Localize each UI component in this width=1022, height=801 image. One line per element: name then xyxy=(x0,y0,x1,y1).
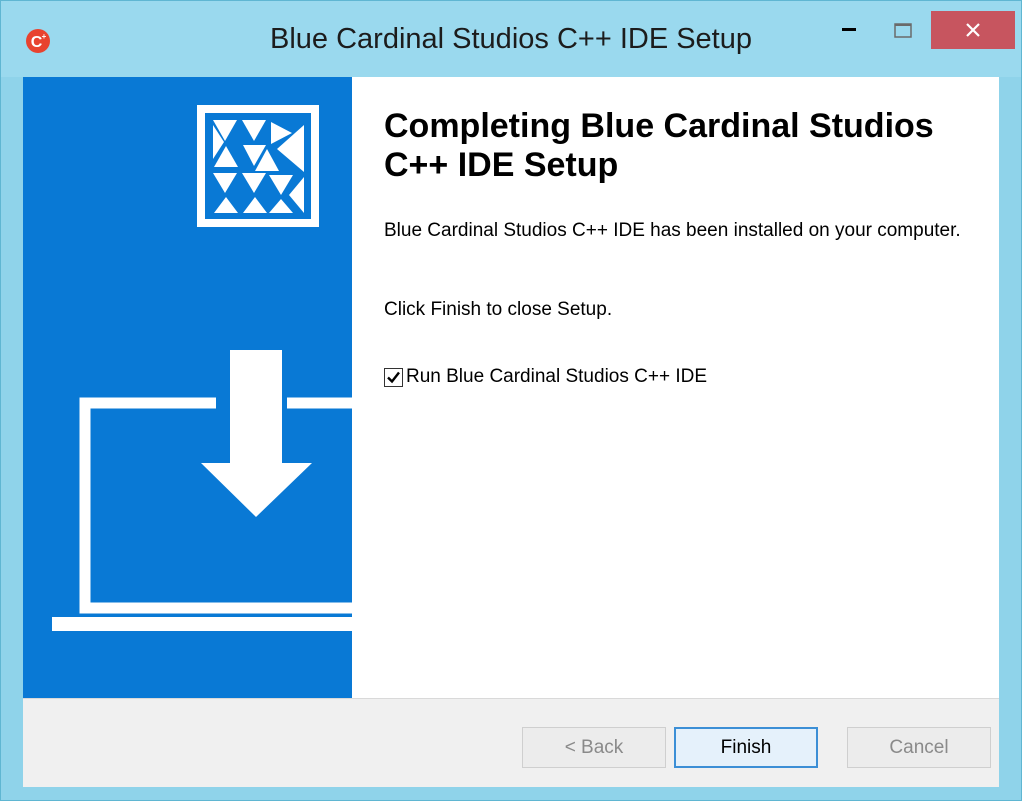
finish-instruction-text: Click Finish to close Setup. xyxy=(384,299,613,320)
svg-text:+: + xyxy=(42,32,47,41)
blue-cardinal-logo-icon xyxy=(197,105,319,227)
maximize-button[interactable] xyxy=(881,9,925,51)
app-icon[interactable]: C + xyxy=(25,28,51,54)
page-heading: Completing Blue Cardinal Studios C++ IDE… xyxy=(384,107,934,184)
cancel-button[interactable]: Cancel xyxy=(847,727,991,768)
minimize-icon xyxy=(842,28,856,31)
checkmark-icon xyxy=(387,371,400,383)
close-icon xyxy=(966,23,980,37)
close-button[interactable] xyxy=(931,11,1015,49)
run-app-label[interactable]: Run Blue Cardinal Studios C++ IDE xyxy=(406,366,707,388)
wizard-content: Completing Blue Cardinal Studios C++ IDE… xyxy=(23,77,999,698)
setup-window: C + Blue Cardinal Studios C++ IDE Setup xyxy=(0,0,1022,801)
run-app-option[interactable]: Run Blue Cardinal Studios C++ IDE xyxy=(384,366,707,388)
title-bar[interactable]: C + Blue Cardinal Studios C++ IDE Setup xyxy=(1,1,1021,77)
wizard-sidebar xyxy=(23,77,352,698)
minimize-button[interactable] xyxy=(827,9,871,51)
finish-button[interactable]: Finish xyxy=(674,727,818,768)
run-app-checkbox[interactable] xyxy=(384,367,403,387)
back-button[interactable]: < Back xyxy=(522,727,666,768)
wizard-main-panel: Completing Blue Cardinal Studios C++ IDE… xyxy=(352,77,999,698)
wizard-footer: < Back Finish Cancel xyxy=(23,698,999,787)
maximize-icon xyxy=(894,22,912,38)
install-complete-text: Blue Cardinal Studios C++ IDE has been i… xyxy=(384,220,961,241)
laptop-download-icon xyxy=(52,350,352,631)
